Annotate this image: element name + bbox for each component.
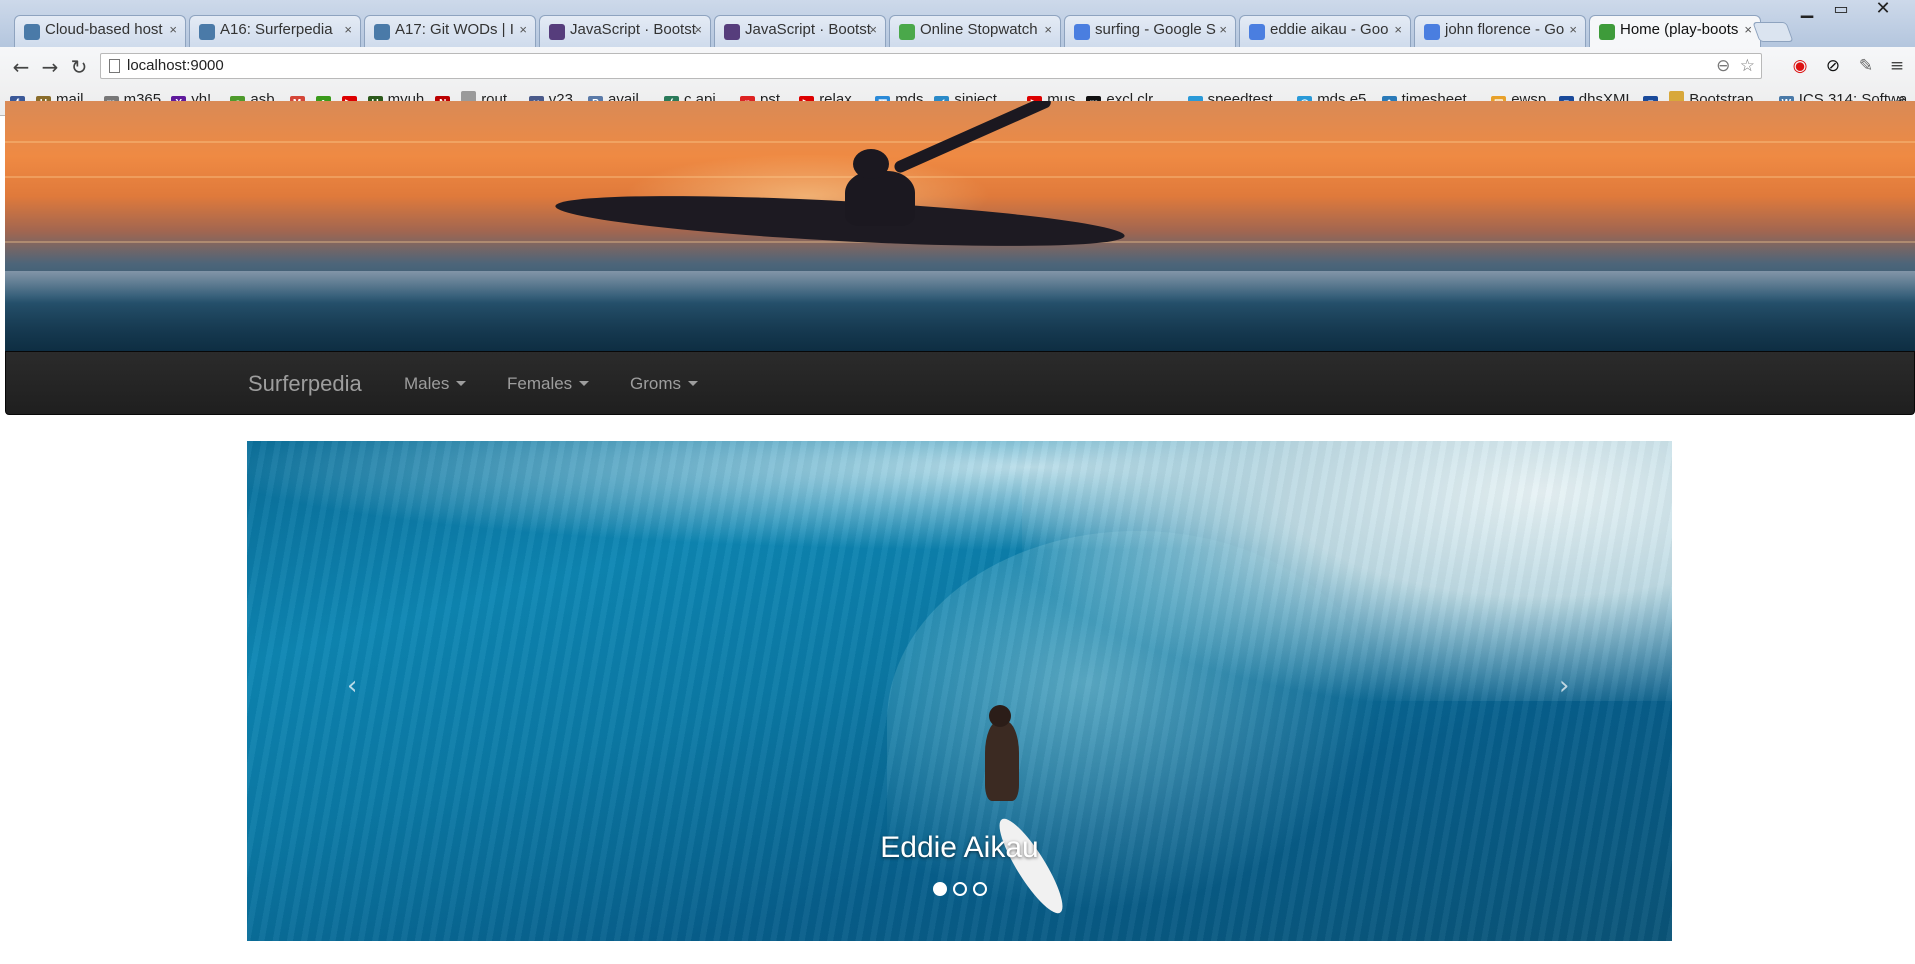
tab-label: john florence - Go [1445, 21, 1565, 38]
tab-close-icon[interactable]: × [519, 22, 527, 37]
reload-icon[interactable]: ↻ [67, 55, 91, 79]
tab-label: JavaScript · Bootst [745, 21, 871, 38]
opera-extension-icon[interactable]: ◉ [1789, 55, 1811, 77]
bootstrap-icon [724, 24, 740, 40]
browser-tab[interactable]: JavaScript · Bootst × [714, 15, 886, 47]
tab-label: eddie aikau - Goo [1270, 21, 1389, 38]
image-carousel: ‹ › Eddie Aikau [247, 441, 1672, 941]
browser-tab[interactable]: john florence - Go × [1414, 15, 1586, 47]
eyedropper-extension-icon[interactable]: ✎ [1855, 55, 1877, 77]
zoom-icon[interactable]: ⊖ [1716, 56, 1730, 76]
back-icon[interactable]: ← [9, 55, 33, 79]
web-page: Surferpedia Males Females Groms ‹ › Eddi… [5, 101, 1915, 964]
address-bar[interactable]: localhost:9000 ⊖ ☆ [100, 53, 1762, 79]
tab-label: Home (play-boots [1620, 21, 1739, 38]
browser-tab[interactable]: A16: Surferpedia × [189, 15, 361, 47]
tab-close-icon[interactable]: × [1219, 22, 1227, 37]
tab-close-icon[interactable]: × [169, 22, 177, 37]
carousel-next-icon[interactable]: › [1559, 671, 1569, 701]
carousel-prev-icon[interactable]: ‹ [347, 671, 357, 701]
surfer-figure [985, 721, 1019, 801]
google-icon [1249, 24, 1265, 40]
maximize-icon[interactable]: ▭ [1824, 0, 1858, 20]
omnibox-actions: ⊖ ☆ [1716, 56, 1755, 76]
minimize-icon[interactable]: ▁ [1790, 0, 1824, 20]
carousel-indicator-dot[interactable] [952, 882, 967, 896]
tab-close-icon[interactable]: × [1044, 22, 1052, 37]
wordpress-icon [24, 24, 40, 40]
nav-dropdown-females[interactable]: Females [507, 374, 590, 394]
tab-close-icon[interactable]: × [1569, 22, 1577, 37]
nav-label: Groms [630, 374, 681, 393]
caret-down-icon [688, 381, 698, 386]
header-banner-image [5, 101, 1915, 351]
surfer-silhouette [845, 171, 915, 226]
browser-tab[interactable]: Cloud-based host × [14, 15, 186, 47]
google-icon [1424, 24, 1440, 40]
tab-label: Online Stopwatch [920, 21, 1038, 38]
nav-label: Males [404, 374, 450, 393]
carousel-indicators [247, 882, 1672, 896]
new-tab-button[interactable] [1752, 22, 1794, 42]
nav-dropdown-groms[interactable]: Groms [630, 374, 698, 394]
tab-close-icon[interactable]: × [869, 22, 877, 37]
caret-down-icon [456, 381, 467, 386]
surfboard-silhouette [554, 186, 1126, 256]
google-icon [1074, 24, 1090, 40]
browser-tab[interactable]: JavaScript · Bootst × [539, 15, 711, 47]
play-icon [1599, 24, 1615, 40]
sync-extension-icon[interactable]: ⊘ [1822, 55, 1844, 77]
menu-icon[interactable]: ≡ [1886, 55, 1908, 77]
bootstrap-icon [549, 24, 565, 40]
stopwatch-icon [899, 24, 915, 40]
url-text: localhost:9000 [127, 57, 224, 74]
tab-close-icon[interactable]: × [1394, 22, 1402, 37]
wordpress-icon [199, 24, 215, 40]
browser-tab[interactable]: surfing - Google S × [1064, 15, 1236, 47]
site-navbar: Surferpedia Males Females Groms [5, 351, 1915, 415]
carousel-indicator-dot[interactable] [972, 882, 987, 896]
nav-label: Females [507, 374, 573, 393]
browser-tab[interactable]: A17: Git WODs | I × [364, 15, 536, 47]
tab-label: JavaScript · Bootst [570, 21, 696, 38]
tab-label: Cloud-based host [45, 21, 163, 38]
window-close-icon[interactable]: ✕ [1858, 0, 1908, 20]
browser-tab-strip: ▁ ▭ ✕ Cloud-based host × A16: Surferpedia ×… [0, 0, 1915, 48]
wordpress-icon [374, 24, 390, 40]
tab-close-icon[interactable]: × [694, 22, 702, 37]
browser-tab[interactable]: Home (play-boots × [1589, 15, 1761, 48]
browser-tab[interactable]: eddie aikau - Goo × [1239, 15, 1411, 47]
caret-down-icon [579, 381, 590, 386]
tab-close-icon[interactable]: × [1744, 22, 1752, 37]
page-icon [109, 59, 120, 73]
tab-close-icon[interactable]: × [344, 22, 352, 37]
browser-tab[interactable]: Online Stopwatch × [889, 15, 1061, 47]
tab-label: A16: Surferpedia [220, 21, 333, 38]
forward-icon[interactable]: → [38, 55, 62, 79]
carousel-caption: Eddie Aikau [880, 831, 1039, 864]
navbar-brand[interactable]: Surferpedia [248, 371, 362, 397]
carousel-indicator-dot[interactable] [932, 882, 947, 896]
bookmark-star-icon[interactable]: ☆ [1740, 56, 1755, 76]
tab-label: surfing - Google S [1095, 21, 1216, 38]
nav-dropdown-males[interactable]: Males [404, 374, 467, 394]
tab-label: A17: Git WODs | I [395, 21, 514, 38]
